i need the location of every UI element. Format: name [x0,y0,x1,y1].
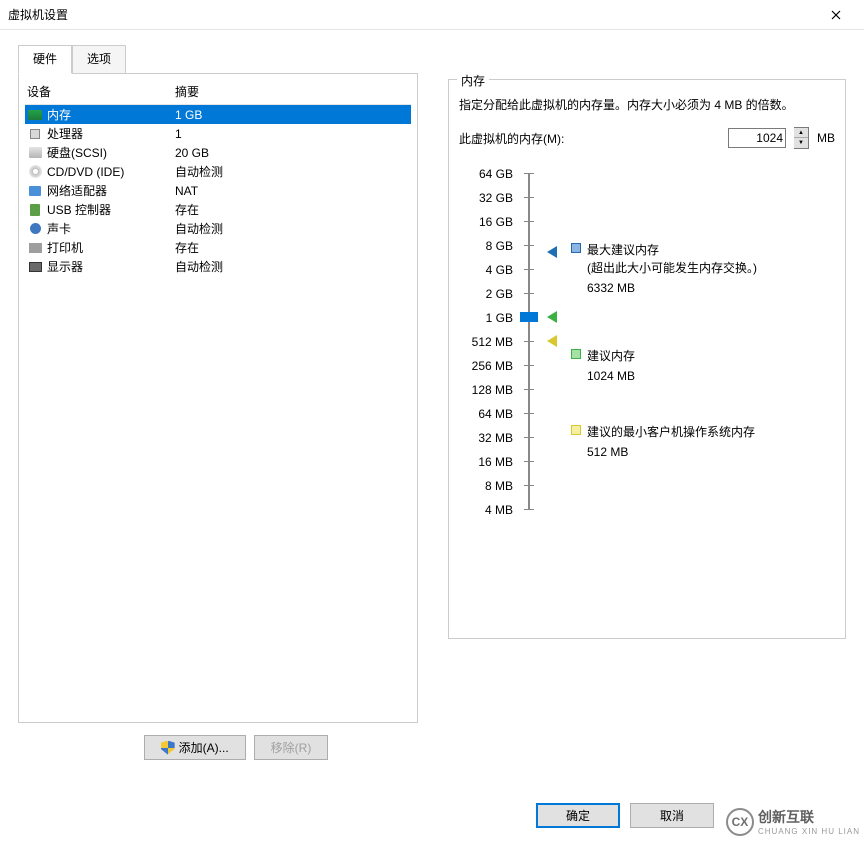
titlebar: 虚拟机设置 [0,0,864,30]
square-green-icon [571,349,581,359]
marker-max-icon [547,246,557,258]
tick-label: 16 GB [479,215,513,229]
device-row[interactable]: USB 控制器存在 [25,200,411,219]
device-row[interactable]: 处理器1 [25,124,411,143]
marker-recommended-icon [547,311,557,323]
tick-label: 64 MB [478,407,513,421]
tick-label: 256 MB [472,359,513,373]
device-table-header: 设备 摘要 [25,80,411,105]
tick-label: 128 MB [472,383,513,397]
device-row[interactable]: 网络适配器NAT [25,181,411,200]
marker-min-icon [547,335,557,347]
device-name: 处理器 [47,125,175,142]
device-name: USB 控制器 [47,201,175,218]
cd-icon [27,164,43,180]
slider-tick-labels: 64 GB 32 GB 16 GB 8 GB 4 GB 2 GB 1 GB 512 MB 256… [459,167,513,517]
col-summary: 摘要 [175,83,199,100]
sound-icon [27,221,43,237]
groupbox-title: 内存 [457,72,489,89]
memory-icon [27,107,43,123]
hdd-icon [27,145,43,161]
device-name: 网络适配器 [47,182,175,199]
device-summary: NAT [175,184,409,198]
tab-bar: 硬件 选项 [18,44,864,73]
device-name: 声卡 [47,220,175,237]
window-title: 虚拟机设置 [8,6,816,23]
remove-button: 移除(R) [254,735,329,760]
device-name: 内存 [47,106,175,123]
device-name: 硬盘(SCSI) [47,144,175,161]
device-list: 内存1 GB处理器1硬盘(SCSI)20 GBCD/DVD (IDE)自动检测网… [25,105,411,716]
watermark: CX 创新互联 CHUANG XIN HU LIAN [726,807,860,836]
ok-button[interactable]: 确定 [536,803,620,828]
device-summary: 1 [175,127,409,141]
tick-label: 4 GB [486,263,513,277]
display-icon [27,259,43,275]
tick-label: 512 MB [472,335,513,349]
tab-hardware[interactable]: 硬件 [18,45,72,74]
memory-spinner[interactable]: ▲ ▼ [794,127,809,149]
shield-icon [161,741,175,755]
tick-label: 16 MB [478,455,513,469]
legend-max: 最大建议内存 (超出此大小可能发生内存交换。) 6332 MB [571,241,757,297]
memory-unit: MB [817,131,835,145]
device-row[interactable]: CD/DVD (IDE)自动检测 [25,162,411,181]
device-name: 显示器 [47,258,175,275]
device-summary: 自动检测 [175,163,409,180]
device-panel: 设备 摘要 内存1 GB处理器1硬盘(SCSI)20 GBCD/DVD (IDE… [18,73,418,723]
device-row[interactable]: 打印机存在 [25,238,411,257]
legend-recommended: 建议内存 1024 MB [571,347,635,385]
tick-label: 64 GB [479,167,513,181]
tick-label: 8 GB [486,239,513,253]
device-row[interactable]: 内存1 GB [25,105,411,124]
device-summary: 存在 [175,201,409,218]
watermark-logo-icon: CX [726,808,754,836]
tab-options[interactable]: 选项 [72,45,126,74]
memory-input-label: 此虚拟机的内存(M): [459,130,564,147]
close-button[interactable] [816,1,856,29]
device-row[interactable]: 硬盘(SCSI)20 GB [25,143,411,162]
device-name: CD/DVD (IDE) [47,165,175,179]
legend-min: 建议的最小客户机操作系统内存 512 MB [571,423,755,461]
slider-legends: 最大建议内存 (超出此大小可能发生内存交换。) 6332 MB 建议内存 102… [571,167,835,517]
dialog-footer: 确定 取消 [536,803,714,828]
usb-icon [27,202,43,218]
memory-groupbox: 内存 指定分配给此虚拟机的内存量。内存大小必须为 4 MB 的倍数。 此虚拟机的… [448,79,846,639]
cancel-button[interactable]: 取消 [630,803,714,828]
memory-slider[interactable] [519,167,539,515]
tick-label: 32 MB [478,431,513,445]
tick-label: 1 GB [486,311,513,325]
device-name: 打印机 [47,239,175,256]
device-summary: 存在 [175,239,409,256]
device-summary: 1 GB [175,108,409,122]
memory-input[interactable] [728,128,786,148]
tick-label: 4 MB [485,503,513,517]
square-yellow-icon [571,425,581,435]
cpu-icon [27,126,43,142]
tick-label: 2 GB [486,287,513,301]
tick-label: 32 GB [479,191,513,205]
spin-down-icon[interactable]: ▼ [794,138,808,148]
col-device: 设备 [27,83,175,100]
device-row[interactable]: 显示器自动检测 [25,257,411,276]
spin-up-icon[interactable]: ▲ [794,128,808,138]
device-summary: 自动检测 [175,220,409,237]
slider-thumb[interactable] [520,312,538,322]
network-icon [27,183,43,199]
device-summary: 自动检测 [175,258,409,275]
memory-description: 指定分配给此虚拟机的内存量。内存大小必须为 4 MB 的倍数。 [459,96,835,115]
slider-markers [545,167,565,515]
printer-icon [27,240,43,256]
device-row[interactable]: 声卡自动检测 [25,219,411,238]
device-summary: 20 GB [175,146,409,160]
add-button[interactable]: 添加(A)... [144,735,246,760]
square-blue-icon [571,243,581,253]
tick-label: 8 MB [485,479,513,493]
